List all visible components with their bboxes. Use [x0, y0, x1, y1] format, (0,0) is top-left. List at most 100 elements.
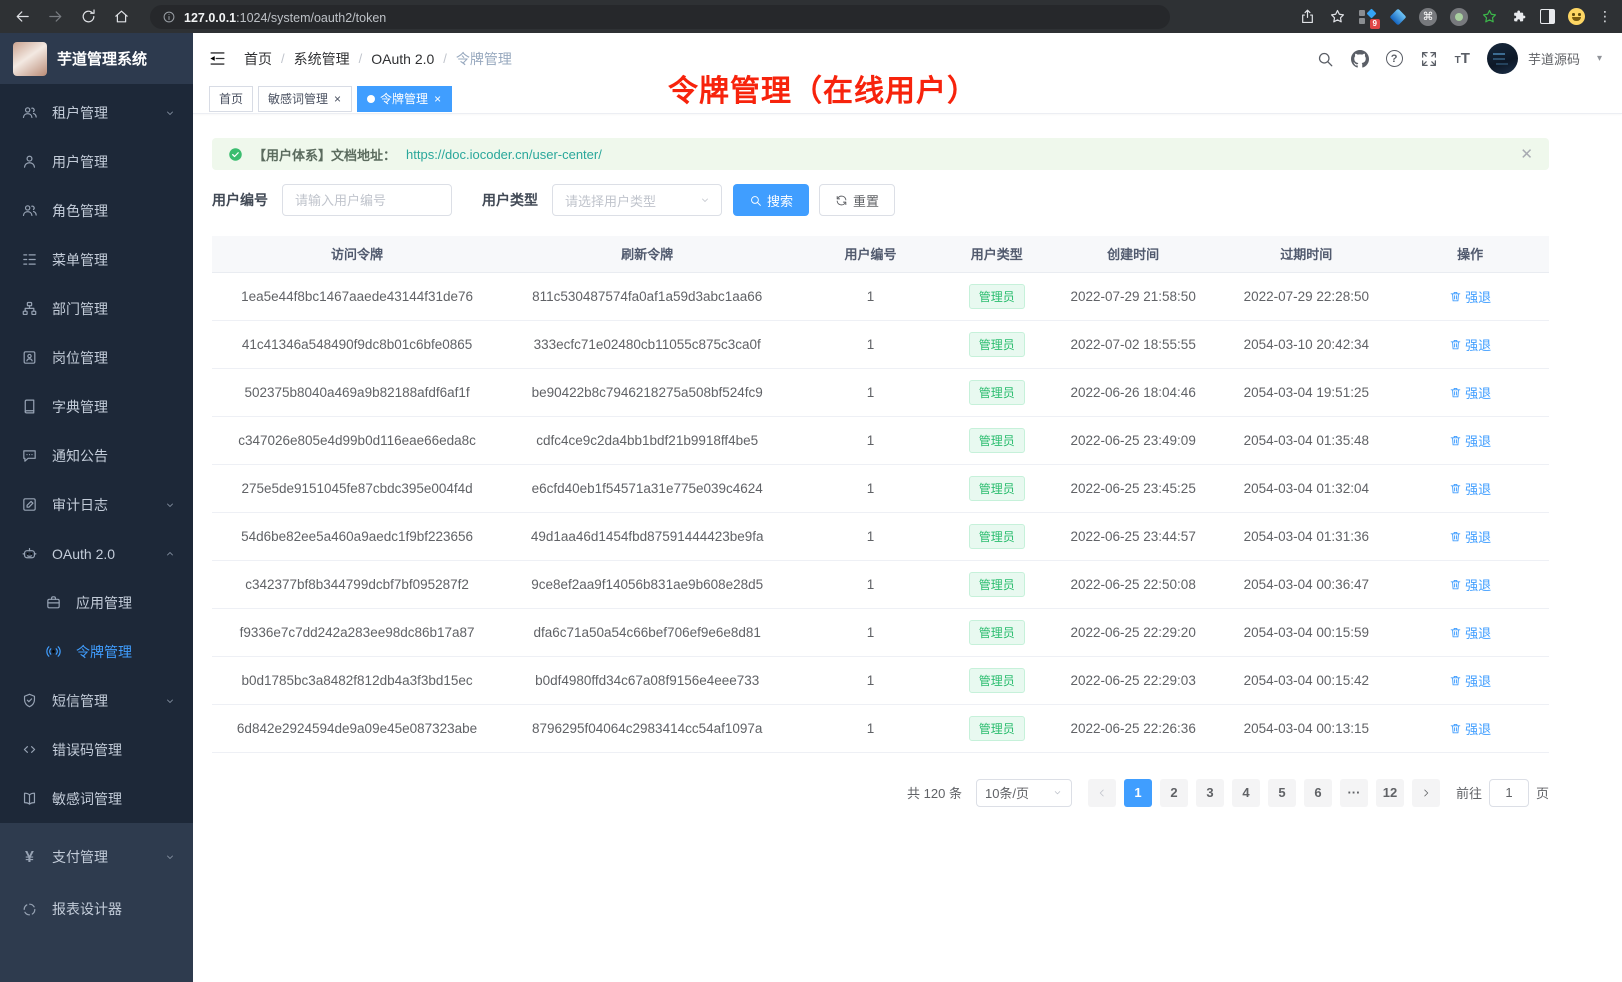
- sidebar-item-label: 部门管理: [52, 299, 108, 319]
- user-id-input[interactable]: [282, 184, 452, 216]
- breadcrumb-item-2[interactable]: OAuth 2.0: [371, 51, 434, 67]
- side-panel-icon[interactable]: [1540, 9, 1555, 24]
- force-logout-button[interactable]: 强退: [1449, 575, 1491, 594]
- force-logout-button[interactable]: 强退: [1449, 719, 1491, 738]
- sidebar-item-label: 支付管理: [52, 847, 108, 867]
- sidebar-item-pay[interactable]: ¥支付管理: [0, 831, 193, 883]
- browser-back-icon[interactable]: [14, 8, 31, 25]
- force-logout-button[interactable]: 强退: [1449, 287, 1491, 306]
- app-logo[interactable]: 芋道管理系统: [0, 33, 193, 84]
- command-extension-icon[interactable]: ⌘: [1419, 8, 1437, 26]
- bookmark-star-icon[interactable]: [1329, 8, 1346, 25]
- page-size-select[interactable]: 10条/页: [976, 779, 1072, 807]
- sidebar-item-role[interactable]: 角色管理: [0, 186, 193, 235]
- cell-access: c347026e805e4d99b0d116eae66eda8c: [212, 416, 502, 464]
- share-icon[interactable]: [1299, 8, 1316, 25]
- briefcase-icon: [45, 594, 62, 611]
- user-menu-caret-icon[interactable]: ▾: [1597, 53, 1602, 64]
- sidebar-item-sms[interactable]: 短信管理: [0, 676, 193, 725]
- pagination-page-1[interactable]: 1: [1124, 779, 1152, 807]
- browser-reload-icon[interactable]: [80, 8, 97, 25]
- cell-user-type: 管理员: [949, 512, 1045, 560]
- font-size-icon[interactable]: TT: [1455, 51, 1470, 67]
- sidebar-item-oauth2-token[interactable]: 令牌管理: [0, 627, 193, 676]
- green-star-extension-icon[interactable]: [1481, 8, 1498, 25]
- sidebar-item-audit-log[interactable]: 审计日志: [0, 480, 193, 529]
- address-bar[interactable]: 127.0.0.1:1024/system/oauth2/token: [150, 5, 1170, 29]
- tag-1[interactable]: 敏感词管理×: [258, 86, 352, 112]
- tag-0[interactable]: 首页: [209, 86, 253, 112]
- sidebar-item-sensitive-word[interactable]: 敏感词管理: [0, 774, 193, 823]
- record-extension-icon[interactable]: [1450, 8, 1468, 26]
- sidebar-fold-icon[interactable]: [208, 49, 227, 68]
- puzzle-extensions-icon[interactable]: [1511, 9, 1527, 25]
- force-logout-button[interactable]: 强退: [1449, 623, 1491, 642]
- sidebar-item-oauth2[interactable]: OAuth 2.0: [0, 529, 193, 578]
- profile-emoji-icon[interactable]: [1568, 8, 1585, 25]
- sidebar-item-error-code[interactable]: 错误码管理: [0, 725, 193, 774]
- sidebar-item-label: 字典管理: [52, 397, 108, 417]
- search-button[interactable]: 搜索: [733, 184, 809, 216]
- goto-page-input[interactable]: [1489, 779, 1529, 807]
- sidebar-item-dict[interactable]: 字典管理: [0, 382, 193, 431]
- browser-home-icon[interactable]: [113, 8, 130, 25]
- help-icon[interactable]: ?: [1386, 50, 1403, 67]
- kite-extension-icon[interactable]: [1390, 8, 1407, 25]
- refresh-icon: [835, 194, 848, 207]
- force-logout-button[interactable]: 强退: [1449, 335, 1491, 354]
- trash-icon: [1449, 674, 1462, 687]
- pagination-page-6[interactable]: 6: [1304, 779, 1332, 807]
- cell-user_id: 1: [792, 320, 948, 368]
- dictionary-icon: [21, 398, 38, 415]
- pagination-page-12[interactable]: 12: [1376, 779, 1404, 807]
- tag-close-icon[interactable]: ×: [433, 93, 442, 105]
- sidebar-item-dept[interactable]: 部门管理: [0, 284, 193, 333]
- tag-2[interactable]: 令牌管理×: [357, 86, 452, 112]
- chevron-left-icon: [1096, 787, 1108, 799]
- sidebar-item-oauth2-app[interactable]: 应用管理: [0, 578, 193, 627]
- force-logout-button[interactable]: 强退: [1449, 431, 1491, 450]
- trash-icon: [1449, 386, 1462, 399]
- reset-button[interactable]: 重置: [819, 184, 895, 216]
- pagination-more-button[interactable]: ···: [1340, 779, 1368, 807]
- pagination-page-5[interactable]: 5: [1268, 779, 1296, 807]
- pagination-page-2[interactable]: 2: [1160, 779, 1188, 807]
- cell-created: 2022-06-25 22:29:20: [1045, 608, 1221, 656]
- sidebar-item-menu[interactable]: 菜单管理: [0, 235, 193, 284]
- force-logout-button[interactable]: 强退: [1449, 479, 1491, 498]
- username[interactable]: 芋道源码: [1528, 49, 1580, 68]
- sidebar-item-notice[interactable]: 通知公告: [0, 431, 193, 480]
- browser-menu-icon[interactable]: ⋮: [1598, 8, 1608, 25]
- site-info-icon[interactable]: [162, 10, 176, 24]
- sidebar-item-report-designer[interactable]: 报表设计器: [0, 883, 193, 935]
- user-type-select[interactable]: 请选择用户类型: [552, 184, 722, 216]
- github-icon[interactable]: [1351, 50, 1369, 68]
- tag-close-icon[interactable]: ×: [333, 93, 342, 105]
- force-logout-button[interactable]: 强退: [1449, 383, 1491, 402]
- force-logout-label: 强退: [1465, 623, 1491, 642]
- pagination-page-4[interactable]: 4: [1232, 779, 1260, 807]
- user-avatar[interactable]: [1487, 43, 1518, 74]
- search-icon[interactable]: [1316, 50, 1334, 68]
- sidebar-item-user[interactable]: 用户管理: [0, 137, 193, 186]
- extension-icon[interactable]: 9: [1359, 9, 1377, 25]
- pagination-page-3[interactable]: 3: [1196, 779, 1224, 807]
- force-logout-button[interactable]: 强退: [1449, 527, 1491, 546]
- alert-close-icon[interactable]: ✕: [1520, 147, 1533, 162]
- browser-forward-icon[interactable]: [47, 8, 64, 25]
- pagination-next-button[interactable]: [1412, 779, 1440, 807]
- pagination-prev-button[interactable]: [1088, 779, 1116, 807]
- cell-user-type: 管理员: [949, 416, 1045, 464]
- force-logout-button[interactable]: 强退: [1449, 671, 1491, 690]
- breadcrumb-item-0[interactable]: 首页: [244, 49, 272, 69]
- cell-expires: 2054-03-04 00:36:47: [1221, 560, 1391, 608]
- sidebar-item-post[interactable]: 岗位管理: [0, 333, 193, 382]
- fullscreen-icon[interactable]: [1420, 50, 1438, 68]
- chevron-down-icon: [164, 107, 176, 119]
- breadcrumb-item-1[interactable]: 系统管理: [294, 49, 350, 69]
- org-tree-icon: [21, 300, 38, 317]
- extension-badge: 9: [1370, 19, 1380, 29]
- doc-link[interactable]: https://doc.iocoder.cn/user-center/: [406, 147, 602, 162]
- sidebar-item-tenant[interactable]: 租户管理: [0, 88, 193, 137]
- trash-icon: [1449, 338, 1462, 351]
